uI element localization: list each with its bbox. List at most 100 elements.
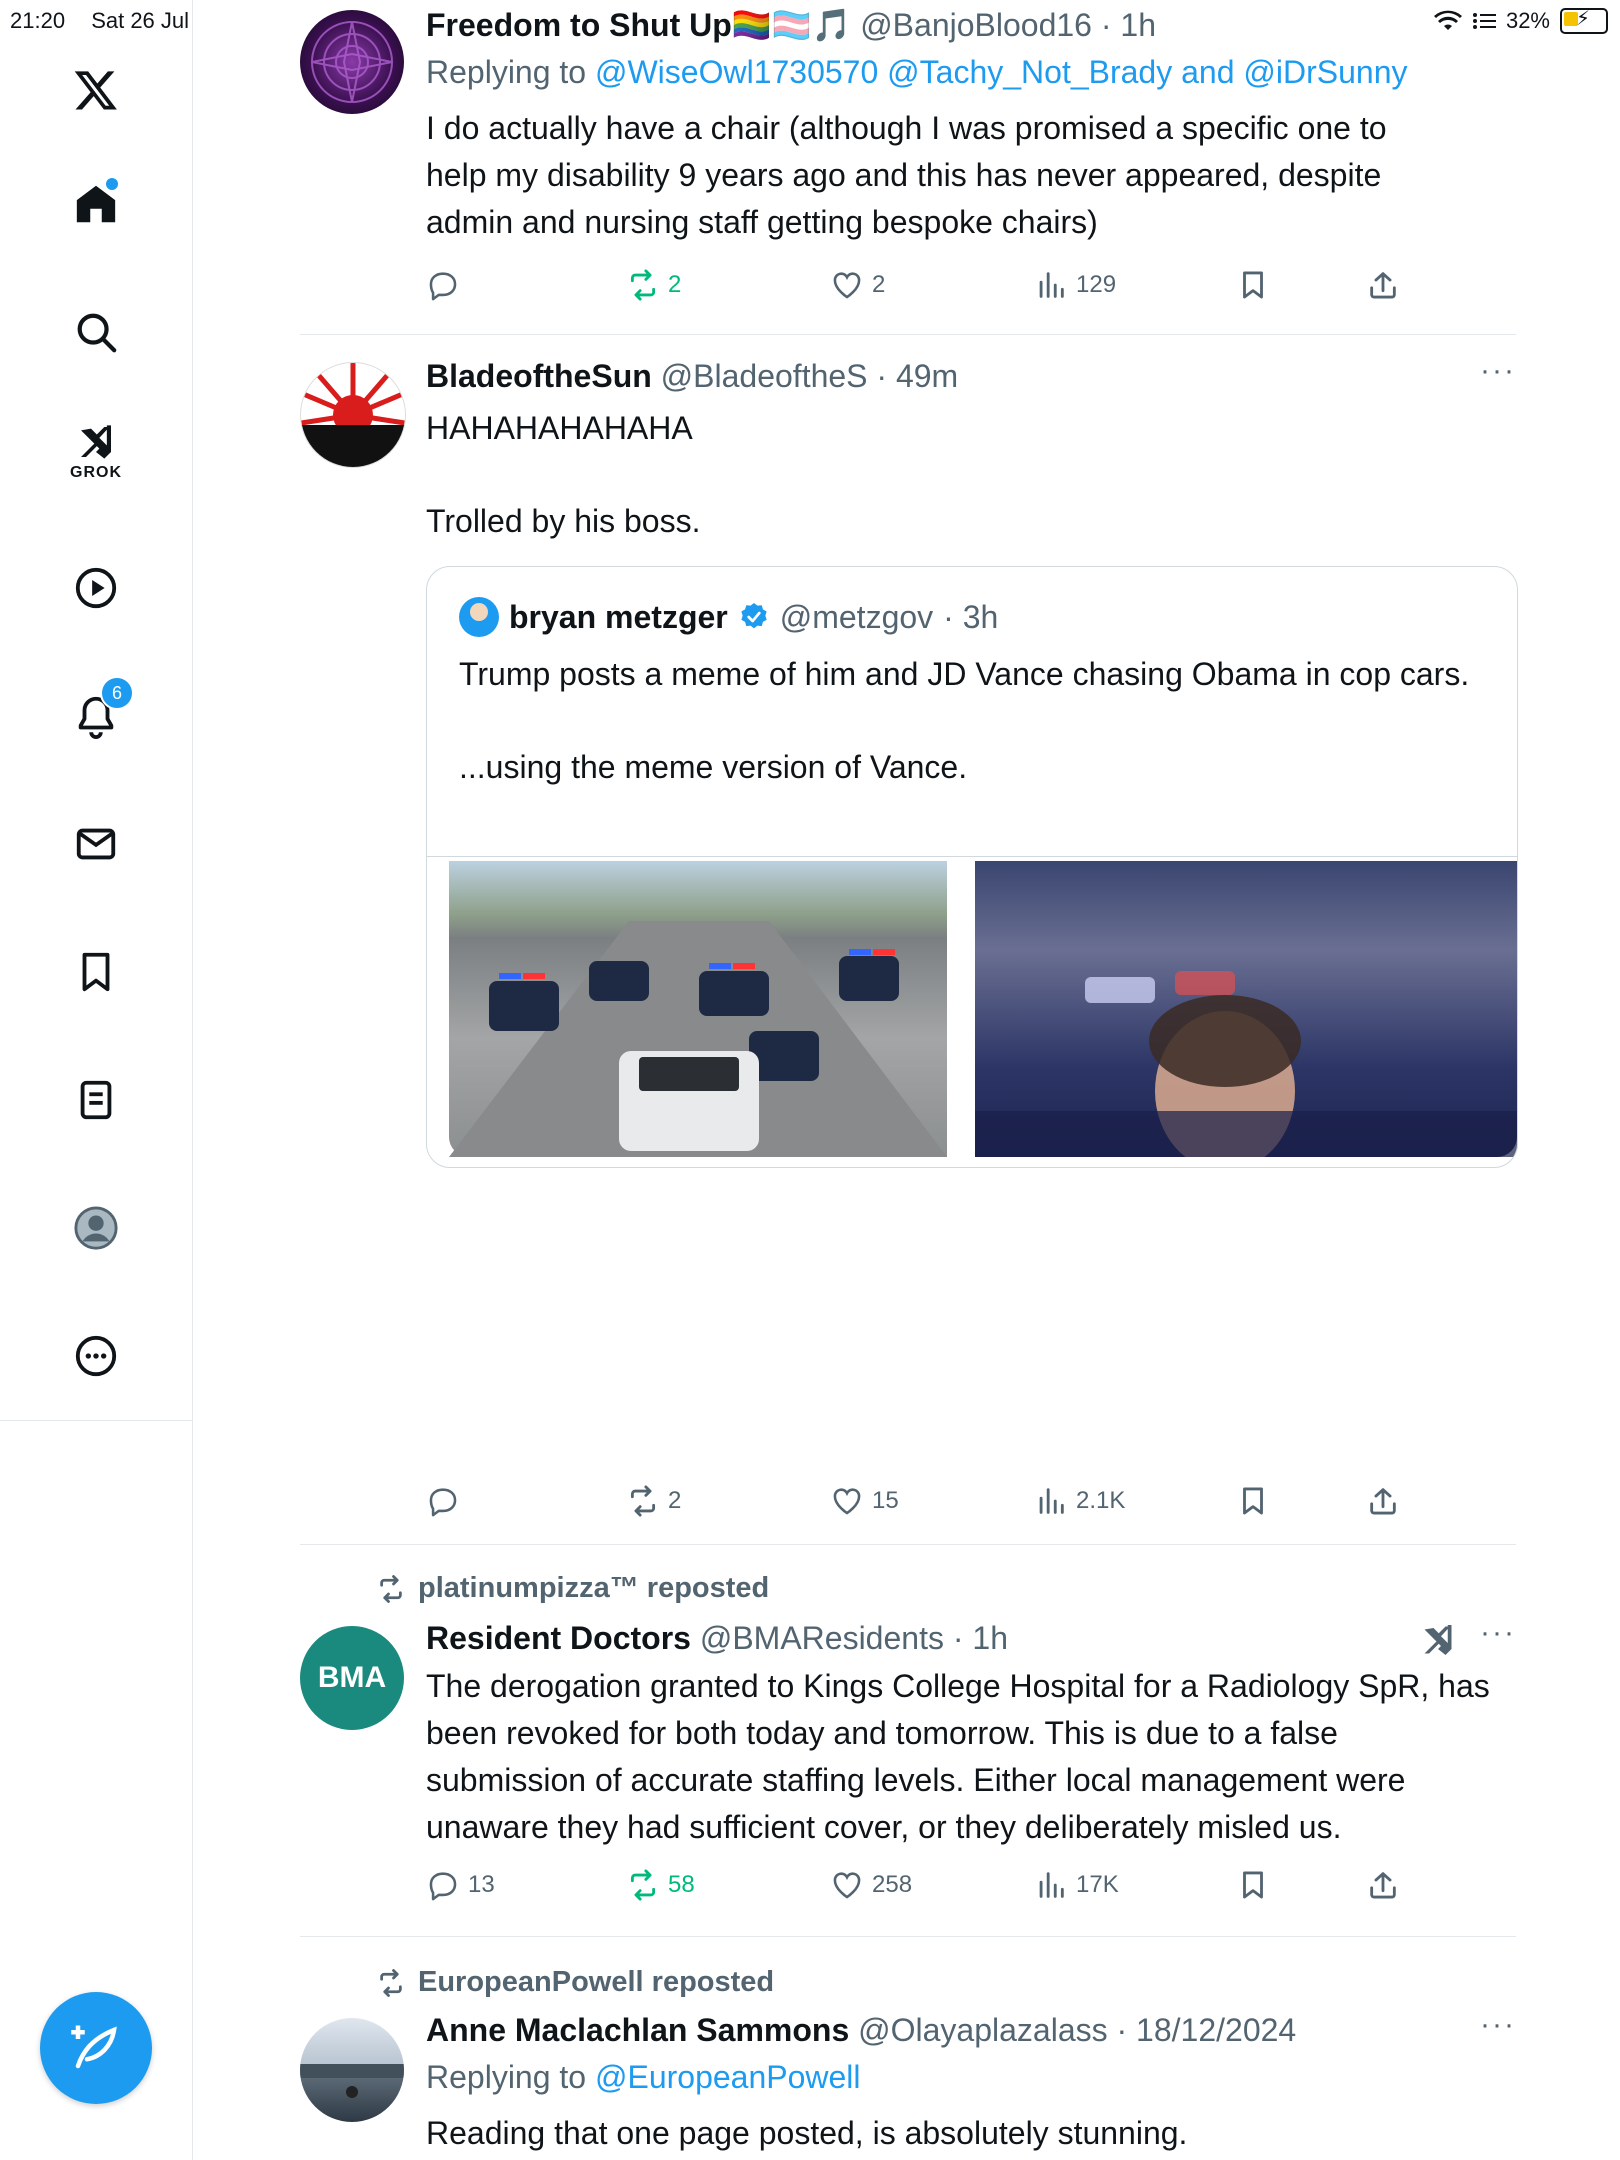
grok-explain-icon[interactable]	[1420, 1620, 1456, 1660]
bookmark-button[interactable]	[1236, 1868, 1270, 1902]
grok-icon[interactable]: GROK	[48, 404, 144, 500]
tweet[interactable]: platinumpizza™ reposted BMA Resident Doc…	[300, 1572, 1516, 1942]
views-bar-chart-icon	[1039, 1488, 1064, 1514]
tweet-header: BladeoftheSun @BladeoftheS · 49m	[426, 358, 1516, 395]
reposted-by-line: platinumpizza™ reposted	[376, 1572, 769, 1605]
more-menu-button[interactable]: ···	[1480, 2008, 1516, 2042]
repost-button[interactable]: 2	[626, 268, 681, 302]
mandala-avatar-image	[311, 21, 393, 103]
reply-icon	[429, 1488, 457, 1517]
avatar[interactable]	[300, 362, 406, 468]
bookmark-button[interactable]	[1236, 1484, 1270, 1518]
share-upload-icon	[1370, 272, 1396, 299]
rising-sun-avatar-image	[301, 363, 405, 467]
tweet-time[interactable]: · 18/12/2024	[1117, 2012, 1297, 2048]
sidebar-separator	[0, 1420, 192, 1421]
like-count: 15	[872, 1487, 899, 1514]
tweet-header: Anne Maclachlan Sammons @Olayaplazalass …	[426, 2012, 1516, 2049]
tweet-time[interactable]: · 49m	[876, 358, 958, 394]
avatar[interactable]	[300, 10, 404, 114]
quote-image-blurred-driver[interactable]	[975, 861, 1517, 1167]
more-menu-button[interactable]: ···	[1480, 1616, 1516, 1650]
quote-media-separator	[427, 856, 1517, 857]
tweet-header: Freedom to Shut Up🏳️‍🌈🏳️‍⚧️🎵 @BanjoBlood…	[426, 6, 1516, 44]
notifications-bell-icon[interactable]: 6	[48, 668, 144, 764]
like-button[interactable]: 15	[830, 1484, 899, 1518]
tweet-text-line1: HAHAHAHAHAHA	[426, 410, 693, 446]
compose-feather-icon	[71, 2025, 117, 2069]
heart-icon	[833, 1488, 861, 1515]
reply-button[interactable]	[426, 1484, 468, 1518]
author-handle[interactable]: @BladeoftheS	[661, 358, 868, 394]
bookmark-icon	[1243, 271, 1263, 299]
author-name[interactable]: Freedom to Shut Up🏳️‍🌈🏳️‍⚧️🎵	[426, 7, 851, 43]
more-options-icon[interactable]	[48, 1308, 144, 1404]
quote-author-avatar[interactable]	[459, 597, 499, 637]
tweet-divider	[300, 1544, 1516, 1545]
quote-author-name[interactable]: bryan metzger	[509, 599, 728, 636]
views-button[interactable]: 129	[1034, 268, 1116, 302]
tweet-time[interactable]: · 1h	[953, 1620, 1008, 1656]
repost-count: 58	[668, 1871, 695, 1898]
share-button[interactable]	[1366, 1868, 1400, 1902]
profile-avatar-icon[interactable]	[48, 1180, 144, 1276]
heart-icon	[833, 272, 861, 299]
tweet-time[interactable]: · 1h	[1101, 7, 1156, 43]
repost-button[interactable]: 2	[626, 1484, 681, 1518]
share-upload-icon	[1370, 1872, 1396, 1899]
author-handle[interactable]: @BanjoBlood16	[860, 7, 1092, 43]
lists-icon[interactable]	[48, 1052, 144, 1148]
quote-time: · 3h	[943, 598, 999, 635]
quote-author-handle[interactable]: @metzgov	[780, 599, 933, 636]
tweet[interactable]: BladeoftheSun @BladeoftheS · 49m ··· HAH…	[300, 352, 1518, 1532]
blurred-driver-illustration	[975, 971, 1517, 1167]
more-menu-button[interactable]: ···	[1480, 354, 1516, 388]
author-handle[interactable]: @BMAResidents	[700, 1620, 944, 1656]
tweet-actions: 2 2 129	[426, 268, 1426, 308]
repost-icon	[630, 269, 656, 301]
tweet[interactable]: Freedom to Shut Up🏳️‍🌈🏳️‍⚧️🎵 @BanjoBlood…	[300, 0, 1516, 330]
reposted-by-text[interactable]: EuropeanPowell reposted	[418, 1966, 774, 1999]
avatar[interactable]: BMA	[300, 1626, 404, 1730]
share-upload-icon	[1370, 1488, 1396, 1515]
replying-to-handles[interactable]: @WiseOwl1730570 @Tachy_Not_Brady and @iD…	[595, 54, 1408, 90]
like-button[interactable]: 2	[830, 268, 885, 302]
video-play-icon[interactable]	[48, 540, 144, 636]
avatar[interactable]	[300, 2018, 404, 2122]
author-name[interactable]: BladeoftheSun	[426, 358, 652, 394]
compose-post-button[interactable]	[40, 1992, 152, 2104]
author-handle[interactable]: @Olayaplazalass	[858, 2012, 1107, 2048]
messages-envelope-icon[interactable]	[48, 796, 144, 892]
like-count: 258	[872, 1871, 913, 1898]
views-bar-chart-icon	[1039, 272, 1064, 298]
bookmark-icon	[1243, 1487, 1263, 1515]
bookmark-button[interactable]	[1236, 268, 1270, 302]
share-button[interactable]	[1366, 1484, 1400, 1518]
replying-to-handles[interactable]: @EuropeanPowell	[595, 2059, 861, 2095]
reply-button[interactable]	[426, 268, 468, 302]
quote-image-police-chase[interactable]	[449, 861, 947, 1157]
reply-button[interactable]: 13	[426, 1868, 495, 1902]
author-name[interactable]: Resident Doctors	[426, 1620, 691, 1656]
home-icon[interactable]	[48, 156, 144, 252]
reply-icon	[429, 272, 457, 301]
swimmer-avatar-image	[300, 2064, 404, 2098]
tweet[interactable]: EuropeanPowell reposted Anne Maclachlan …	[300, 1966, 1516, 2160]
views-bar-chart-icon	[1039, 1872, 1064, 1898]
x-logo-icon[interactable]	[48, 42, 144, 138]
home-unread-dot	[106, 178, 118, 190]
tweet-header: Resident Doctors @BMAResidents · 1h	[426, 1620, 1516, 1657]
like-button[interactable]: 258	[830, 1868, 912, 1902]
reposted-by-text[interactable]: platinumpizza™ reposted	[418, 1572, 769, 1605]
quoted-tweet-card[interactable]: bryan metzger @metzgov · 3h Trump posts …	[426, 566, 1518, 1168]
quote-text: Trump posts a meme of him and JD Vance c…	[459, 651, 1477, 791]
repost-button[interactable]: 58	[626, 1868, 695, 1902]
views-button[interactable]: 2.1K	[1034, 1484, 1125, 1518]
author-name[interactable]: Anne Maclachlan Sammons	[426, 2012, 849, 2048]
replying-prefix: Replying to	[426, 2059, 587, 2095]
search-icon[interactable]	[48, 284, 144, 380]
bookmarks-icon[interactable]	[48, 924, 144, 1020]
share-button[interactable]	[1366, 268, 1400, 302]
views-button[interactable]: 17K	[1034, 1868, 1119, 1902]
replying-prefix: Replying to	[426, 54, 587, 90]
